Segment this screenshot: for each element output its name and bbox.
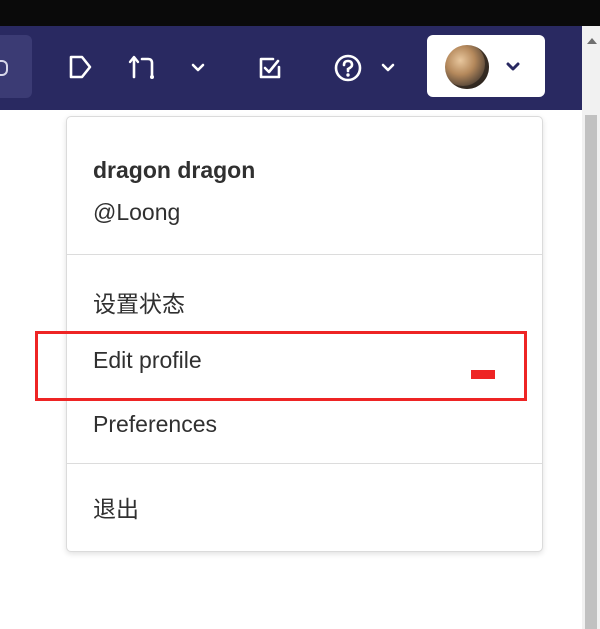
menu-item-preferences[interactable]: Preferences bbox=[93, 411, 217, 438]
search-box[interactable] bbox=[0, 35, 32, 98]
annotation-marker bbox=[471, 370, 495, 379]
search-icon bbox=[0, 60, 8, 76]
user-username: @Loong bbox=[93, 199, 181, 225]
menu-divider bbox=[67, 463, 542, 464]
help-chevron-down-icon[interactable] bbox=[381, 63, 395, 73]
user-chevron-down-icon bbox=[505, 60, 521, 78]
scroll-up-arrow-icon[interactable] bbox=[587, 38, 597, 44]
todos-icon[interactable] bbox=[258, 56, 282, 80]
issues-icon[interactable] bbox=[68, 54, 96, 80]
top-navbar bbox=[0, 26, 582, 110]
merge-requests-icon[interactable] bbox=[128, 53, 158, 81]
avatar bbox=[445, 45, 489, 89]
help-icon[interactable] bbox=[333, 53, 363, 83]
annotation-highlight-box bbox=[35, 331, 527, 401]
scrollbar-thumb[interactable] bbox=[585, 115, 597, 629]
merge-requests-chevron-down-icon[interactable] bbox=[191, 63, 205, 73]
user-menu-button[interactable] bbox=[427, 35, 545, 97]
menu-item-sign-out[interactable]: 退出 bbox=[93, 490, 139, 524]
menu-divider bbox=[67, 254, 542, 255]
window-top-strip bbox=[0, 0, 600, 26]
user-display-name: dragon dragon bbox=[93, 157, 256, 183]
menu-item-set-status[interactable]: 设置状态 bbox=[93, 285, 185, 319]
